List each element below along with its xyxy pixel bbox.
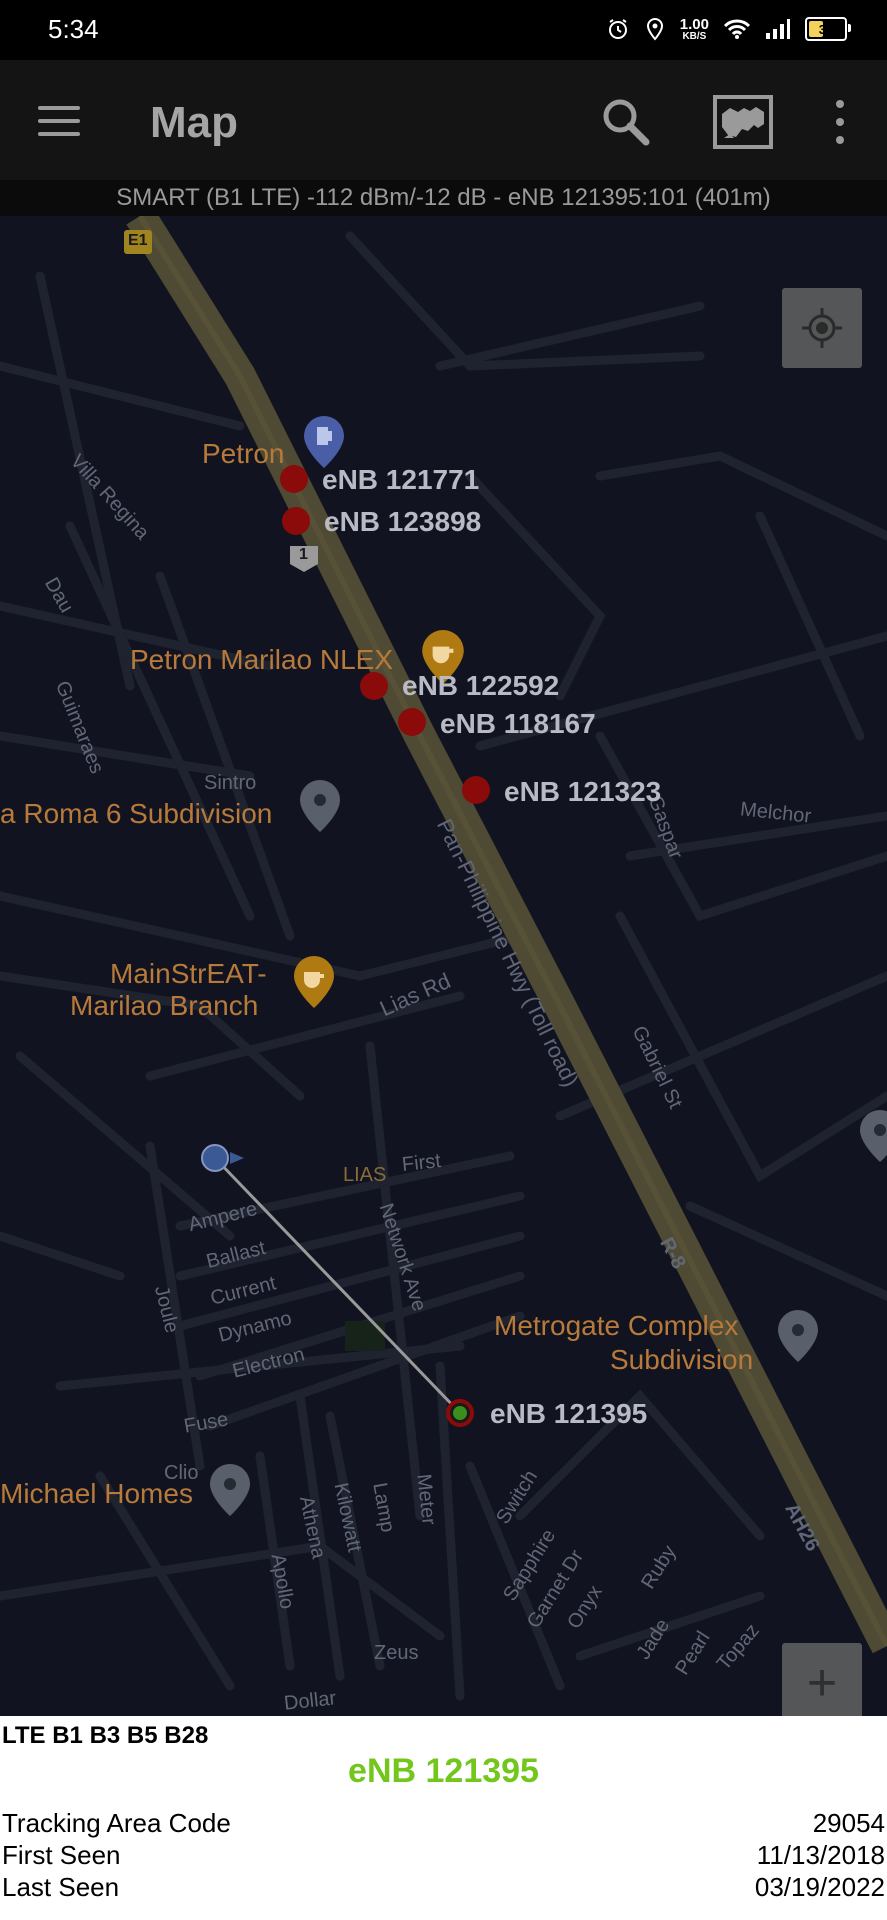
my-location-icon	[802, 308, 842, 348]
enb-marker-label: eNB 121771	[322, 464, 480, 495]
street-label: First	[400, 1150, 442, 1176]
map-view[interactable]: E1 1 Petron Petron Marilao NLEX a Roma 6…	[0, 216, 887, 1716]
wifi-icon	[723, 19, 751, 39]
poi-label: MainStrEAT-	[110, 958, 267, 989]
status-icons: 1.00 KB/S 39	[606, 14, 851, 44]
info-row-label: First Seen	[2, 1840, 121, 1870]
enb-marker-label: eNB 118167	[440, 708, 596, 739]
place-pin-icon[interactable]	[778, 1310, 818, 1362]
net-speed-unit: KB/S	[682, 30, 707, 42]
search-icon[interactable]	[600, 96, 652, 148]
net-speed-value: 1.00	[679, 15, 709, 33]
poi-label: Petron	[202, 438, 285, 469]
battery-icon: 39	[805, 17, 851, 41]
poi-label: Subdivision	[610, 1344, 754, 1375]
info-row-value: 11/13/2018	[756, 1840, 885, 1870]
enb-marker[interactable]	[360, 672, 388, 700]
place-pin-icon[interactable]	[860, 1110, 887, 1162]
cell-signal-icon	[766, 19, 790, 39]
street-label: Clio	[164, 1462, 199, 1484]
info-row-label: Last Seen	[2, 1872, 120, 1902]
page-title: Map	[150, 98, 238, 147]
alarm-icon	[608, 19, 627, 39]
menu-icon[interactable]	[38, 104, 80, 138]
status-time: 5:34	[48, 14, 99, 44]
zoom-in-button[interactable]: +	[782, 1643, 862, 1716]
poi-label: Metrogate Complex	[494, 1310, 739, 1341]
net-speed: 1.00 KB/S	[680, 17, 709, 42]
street-label: Sintro	[204, 772, 257, 794]
gas-station-icon[interactable]	[304, 416, 344, 468]
enb-marker[interactable]	[280, 465, 308, 493]
info-row: Tracking Area Code 29054	[2, 1808, 885, 1840]
enb-marker-label: eNB 123898	[324, 506, 482, 537]
enb-marker[interactable]	[462, 776, 490, 804]
info-row-value: 03/19/2022	[754, 1872, 885, 1902]
bands-label: LTE B1 B3 B5 B28	[2, 1722, 209, 1749]
road-shield-1-label: 1	[299, 546, 308, 563]
location-icon	[646, 17, 663, 41]
serving-enb-marker[interactable]	[446, 1399, 474, 1427]
enb-marker[interactable]	[282, 507, 310, 535]
info-row: First Seen 11/13/2018	[2, 1840, 885, 1872]
place-pin-icon[interactable]	[300, 780, 340, 832]
map-layer-icon[interactable]	[712, 94, 774, 150]
overflow-menu-icon[interactable]	[830, 100, 850, 144]
place-pin-icon[interactable]	[210, 1464, 250, 1516]
cafe-icon[interactable]	[294, 956, 334, 1008]
info-row-label: Tracking Area Code	[2, 1808, 231, 1838]
serving-enb-label: eNB 121395	[490, 1398, 648, 1429]
info-row: Last Seen 03/19/2022	[2, 1872, 885, 1904]
app-bar: Map	[0, 60, 887, 180]
poi-label: a Roma 6 Subdivision	[0, 798, 273, 829]
road-shield-e1-label: E1	[128, 232, 148, 249]
poi-label: Petron Marilao NLEX	[130, 644, 394, 675]
enb-marker[interactable]	[398, 708, 426, 736]
street-label: Zeus	[374, 1642, 419, 1664]
info-row-value: 29054	[812, 1808, 885, 1838]
street-label: LIAS	[343, 1164, 387, 1186]
poi-label: Marilao Branch	[70, 990, 259, 1021]
enb-marker-label: eNB 121323	[504, 776, 662, 807]
status-bar: 5:34 1.00 KB/S 39	[0, 0, 887, 60]
enb-marker-label: eNB 122592	[402, 670, 560, 701]
cell-info-panel: LTE B1 B3 B5 B28 eNB 121395 Tracking Are…	[0, 1716, 887, 1920]
signal-info: SMART (B1 LTE) -112 dBm/-12 dB - eNB 121…	[0, 180, 887, 216]
battery-level: 39	[818, 21, 834, 37]
user-location-icon	[201, 1144, 244, 1172]
selected-enb: eNB 121395	[348, 1752, 539, 1790]
my-location-button[interactable]	[782, 288, 862, 368]
